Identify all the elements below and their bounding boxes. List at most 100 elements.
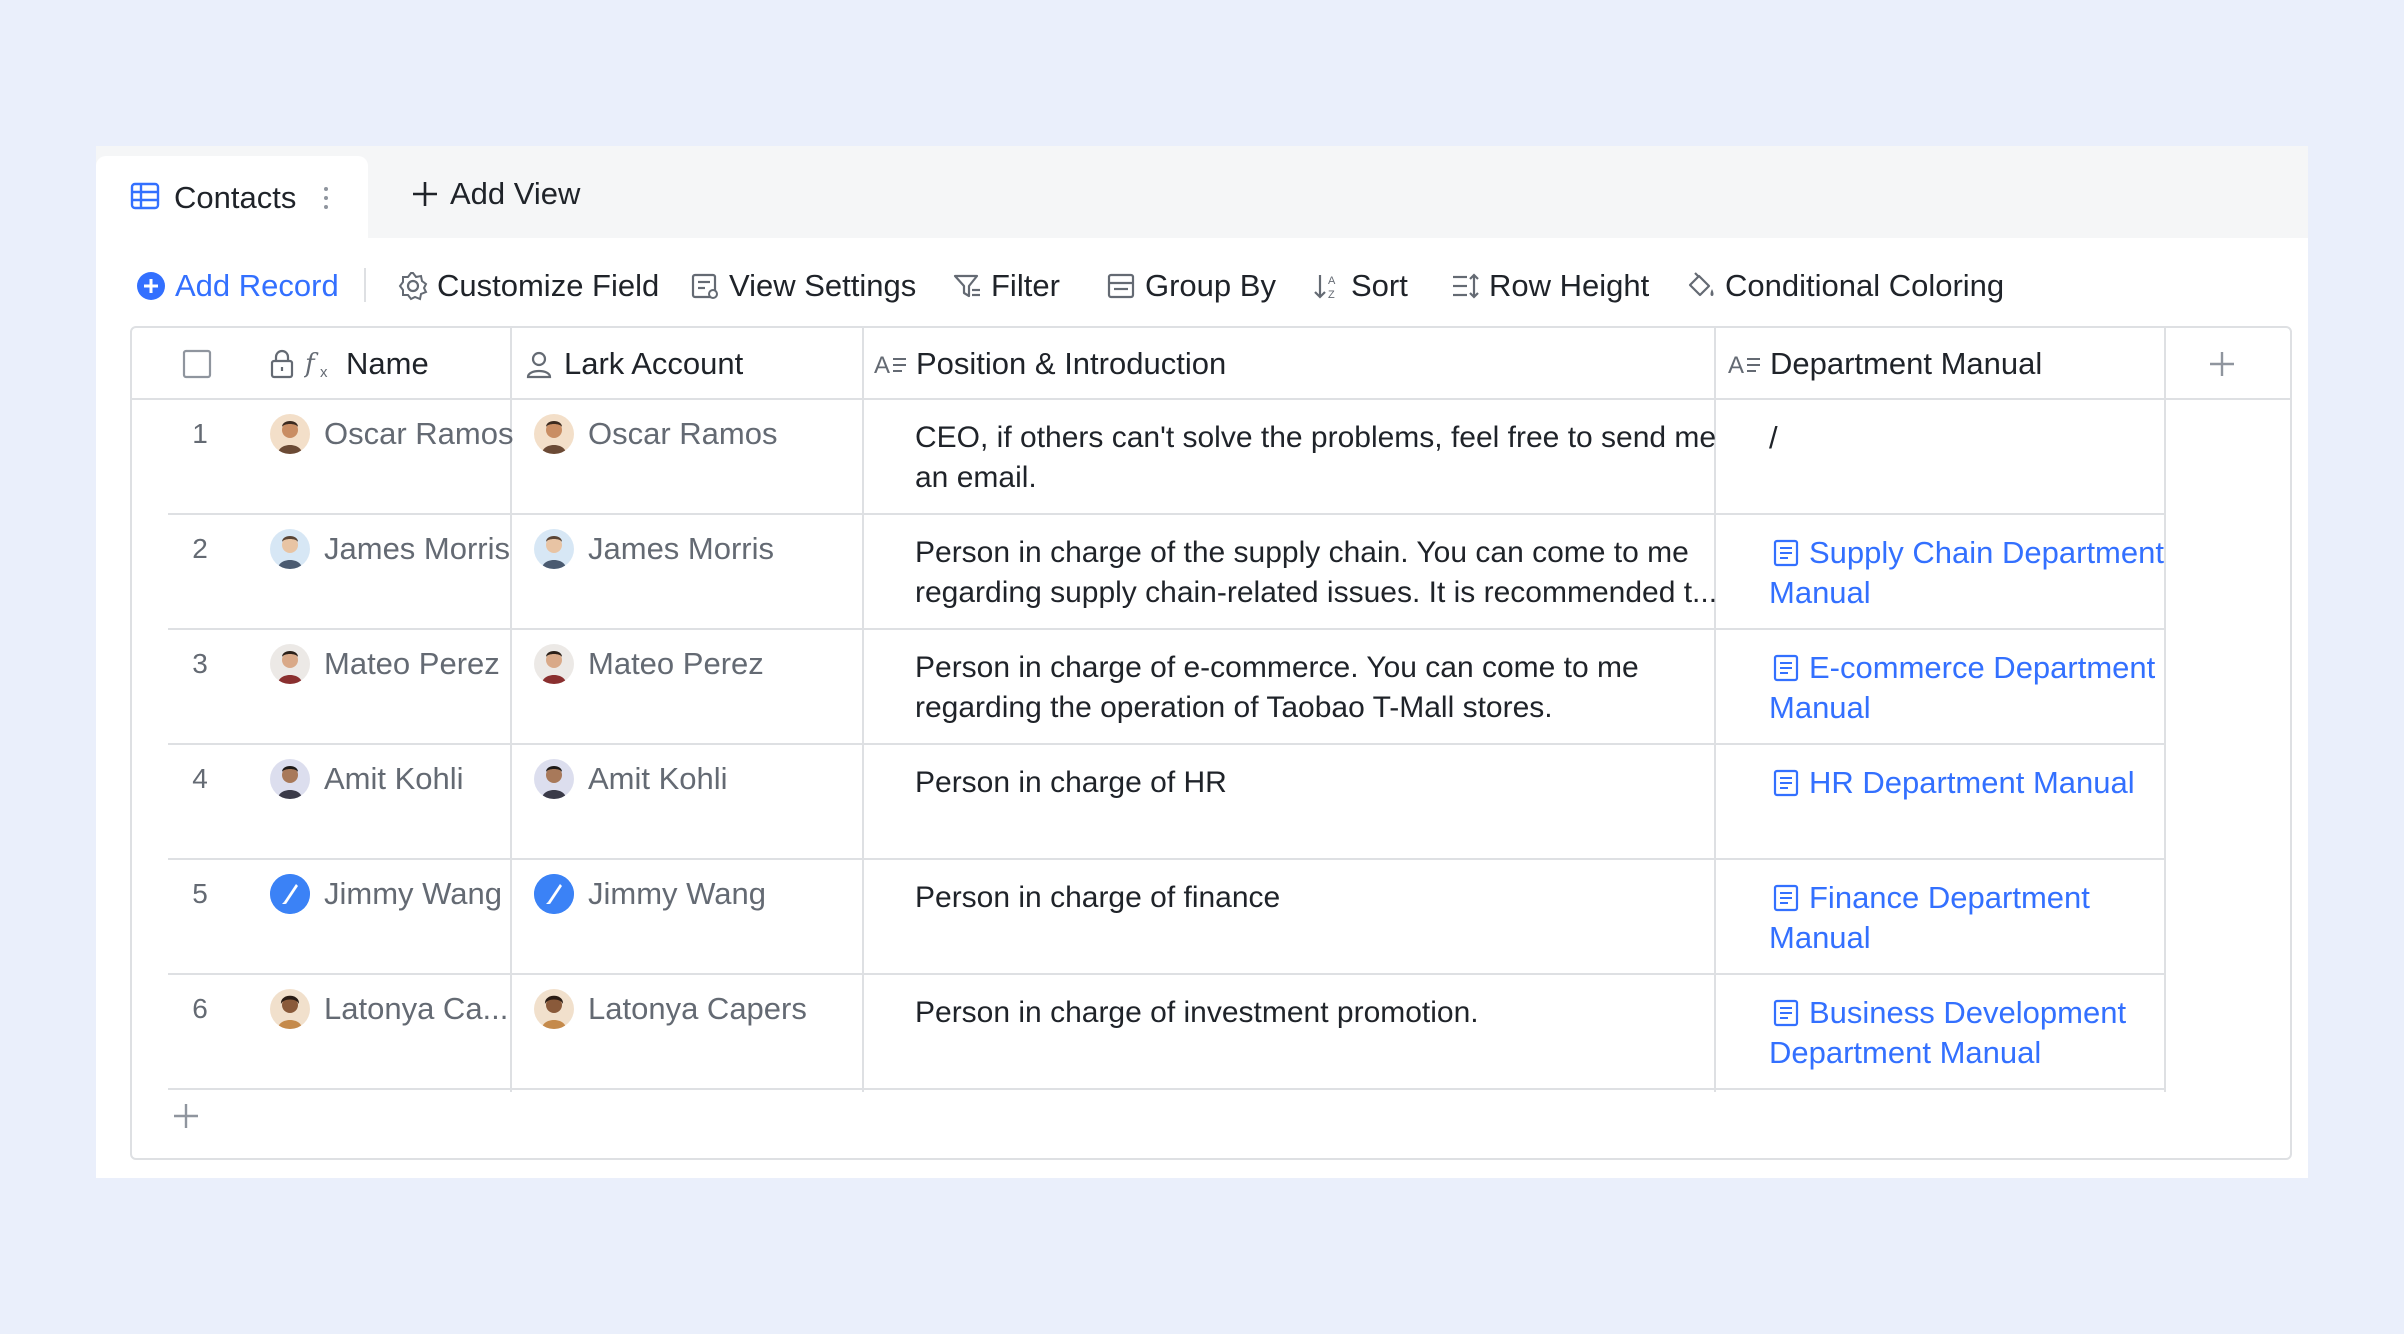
manual-cell[interactable]: / — [1769, 418, 2169, 458]
avatar — [534, 759, 574, 799]
name-text: Oscar Ramos — [324, 416, 514, 451]
column-header-manual[interactable]: A Department Manual — [1728, 328, 2042, 400]
table-row[interactable]: 6 Latonya Ca... Latonya Capers Person in… — [168, 975, 2166, 1090]
lark-account-cell[interactable]: Latonya Capers — [534, 989, 807, 1029]
gear-icon — [398, 272, 428, 301]
svg-text:Z: Z — [1328, 289, 1335, 301]
manual-link[interactable]: Finance Department Manual — [1769, 880, 2090, 955]
select-all-checkbox[interactable] — [182, 328, 212, 400]
add-record-button[interactable]: Add Record — [136, 266, 339, 306]
tab-label: Contacts — [174, 180, 297, 215]
sort-icon: AZ — [1314, 275, 1336, 301]
tab-contacts[interactable]: Contacts — [96, 156, 368, 240]
table-row[interactable]: 4 Amit Kohli Amit Kohli Person in charge… — [168, 745, 2166, 860]
position-cell[interactable]: Person in charge of finance — [915, 878, 1725, 918]
text-field-icon: A — [874, 352, 906, 379]
table-row[interactable]: 3 Mateo Perez Mateo Perez Person in char… — [168, 630, 2166, 745]
account-text: Jimmy Wang — [588, 876, 766, 911]
manual-link[interactable]: Business Development Department Manual — [1769, 995, 2126, 1070]
plus-icon — [2210, 352, 2234, 376]
row-height-label: Row Height — [1489, 268, 1650, 303]
table-row[interactable]: 5 Jimmy Wang Jimmy Wang Person in charge… — [168, 860, 2166, 975]
row-number: 6 — [192, 993, 208, 1024]
row-height-icon — [1453, 273, 1479, 299]
column-header-position[interactable]: A Position & Introduction — [874, 328, 1226, 400]
account-text: Oscar Ramos — [588, 416, 778, 451]
manual-cell[interactable]: E-commerce Department Manual — [1769, 648, 2169, 728]
column-label-manual: Department Manual — [1770, 346, 2043, 381]
name-text: Jimmy Wang — [324, 876, 502, 911]
lark-account-cell[interactable]: James Morris — [534, 529, 774, 569]
add-record-label: Add Record — [175, 268, 339, 303]
toolbar: Add Record Customize Field View Settings… — [96, 238, 2308, 332]
position-cell[interactable]: Person in charge of HR — [915, 763, 1725, 803]
bitable-view: Contacts Add View Add Record Customize F… — [96, 146, 2308, 1178]
manual-cell[interactable]: HR Department Manual — [1769, 763, 2169, 803]
account-text: James Morris — [588, 531, 775, 566]
avatar — [534, 874, 574, 914]
name-cell[interactable]: Latonya Ca... — [270, 989, 508, 1029]
svg-text:A: A — [874, 352, 890, 379]
manual-cell[interactable]: Business Development Department Manual — [1769, 993, 2169, 1073]
avatar — [534, 414, 574, 454]
account-text: Amit Kohli — [588, 761, 728, 796]
avatar — [270, 414, 310, 454]
svg-text:f: f — [304, 349, 319, 379]
table-row[interactable]: 1 Oscar Ramos Oscar Ramos CEO, if others… — [168, 400, 2166, 515]
position-cell[interactable]: Person in charge of investment promotion… — [915, 993, 1725, 1033]
manual-link[interactable]: E-commerce Department Manual — [1769, 650, 2155, 725]
row-number: 5 — [192, 878, 208, 909]
account-text: Mateo Perez — [588, 646, 764, 681]
column-header-name[interactable]: fx Name — [268, 328, 429, 400]
view-settings-button[interactable]: View Settings — [690, 266, 916, 306]
column-header-lark-account[interactable]: Lark Account — [524, 328, 743, 400]
lark-account-cell[interactable]: Oscar Ramos — [534, 414, 777, 454]
formula-icon: fx — [304, 349, 328, 381]
row-number: 2 — [192, 533, 208, 564]
row-number: 1 — [192, 418, 208, 449]
records-grid: fx Name Lark Account A Position & Introd… — [130, 326, 2292, 1160]
avatar — [270, 759, 310, 799]
name-cell[interactable]: Jimmy Wang — [270, 874, 502, 914]
name-cell[interactable]: James Morris — [270, 529, 510, 569]
more-vertical-icon[interactable] — [320, 178, 332, 218]
manual-cell[interactable]: Finance Department Manual — [1769, 878, 2169, 958]
avatar — [534, 529, 574, 569]
name-cell[interactable]: Amit Kohli — [270, 759, 464, 799]
plus-circle-icon — [137, 272, 165, 300]
manual-link[interactable]: HR Department Manual — [1809, 765, 2135, 800]
svg-text:x: x — [320, 364, 328, 381]
add-row-button[interactable] — [166, 1096, 206, 1136]
row-number: 3 — [192, 648, 208, 679]
row-height-button[interactable]: Row Height — [1450, 266, 1649, 306]
manual-link[interactable]: Supply Chain Department Manual — [1769, 535, 2164, 610]
paint-bucket-icon — [1688, 272, 1714, 297]
name-cell[interactable]: Mateo Perez — [270, 644, 500, 684]
view-settings-icon — [691, 273, 718, 299]
position-cell[interactable]: Person in charge of e-commerce. You can … — [915, 648, 1725, 728]
conditional-coloring-button[interactable]: Conditional Coloring — [1686, 266, 2004, 306]
svg-text:A: A — [1328, 275, 1336, 287]
add-view-button[interactable]: Add View — [410, 174, 580, 214]
customize-field-button[interactable]: Customize Field — [398, 266, 659, 306]
name-cell[interactable]: Oscar Ramos — [270, 414, 513, 454]
sort-button[interactable]: AZ Sort — [1312, 266, 1408, 306]
lark-account-cell[interactable]: Amit Kohli — [534, 759, 728, 799]
person-icon — [526, 351, 552, 379]
filter-button[interactable]: Filter — [952, 266, 1060, 306]
group-by-button[interactable]: Group By — [1106, 266, 1276, 306]
position-cell[interactable]: Person in charge of the supply chain. Yo… — [915, 533, 1725, 613]
manual-cell[interactable]: Supply Chain Department Manual — [1769, 533, 2169, 613]
lark-account-cell[interactable]: Mateo Perez — [534, 644, 764, 684]
table-row[interactable]: 2 James Morris James Morris Person in ch… — [168, 515, 2166, 630]
text-field-icon: A — [1728, 352, 1760, 379]
column-label-lark-account: Lark Account — [564, 346, 744, 381]
lark-account-cell[interactable]: Jimmy Wang — [534, 874, 766, 914]
add-column-button[interactable] — [2206, 328, 2238, 400]
plus-icon — [413, 182, 437, 206]
plus-icon — [174, 1104, 198, 1128]
name-text: Amit Kohli — [324, 761, 464, 796]
name-text: Mateo Perez — [324, 646, 500, 681]
group-by-icon — [1107, 273, 1135, 299]
position-cell[interactable]: CEO, if others can't solve the problems,… — [915, 418, 1725, 498]
